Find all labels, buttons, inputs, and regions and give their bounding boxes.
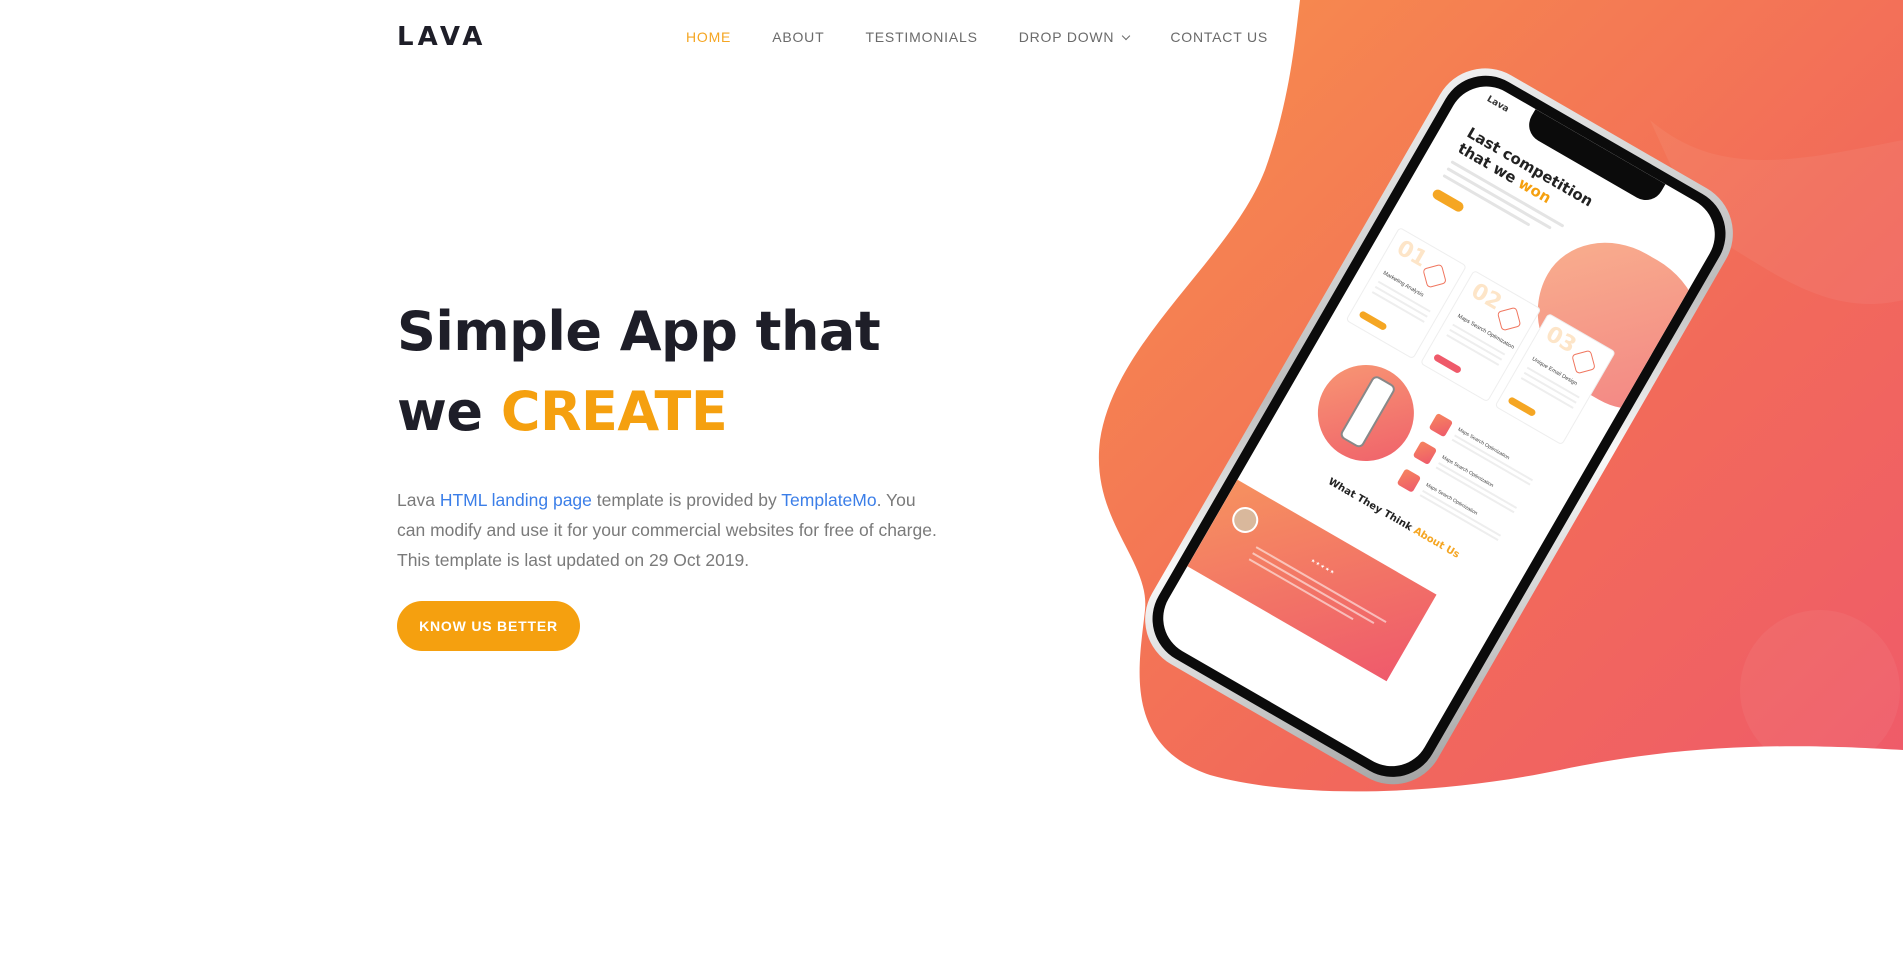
chevron-down-icon [1122, 31, 1131, 40]
feature-icon [1428, 412, 1454, 438]
card-button [1358, 310, 1388, 332]
site-logo[interactable]: LAVA [397, 22, 486, 52]
nav-item-home[interactable]: HOME [686, 29, 731, 45]
nav-item-drop-down-label: DROP DOWN [1018, 29, 1115, 45]
feature-icon [1396, 468, 1422, 493]
hero-title-line1: Simple App that [397, 300, 881, 363]
card-button [1432, 353, 1463, 375]
hero-title-accent: CREATE [500, 380, 728, 443]
nav-item-contact-us[interactable]: CONTACT US [1170, 29, 1268, 45]
testimonial-title-accent: About Us [1411, 525, 1462, 561]
nav-item-drop-down[interactable]: DROP DOWN [1018, 29, 1131, 45]
nav-item-testimonials[interactable]: TESTIMONIALS [865, 29, 977, 45]
hero-text-prefix: Lava [397, 490, 440, 510]
map-icon [1496, 306, 1522, 332]
screen-feature: Maps Search Optimization [1396, 468, 1510, 541]
feature-icon [1412, 440, 1438, 466]
templatemo-link[interactable]: TemplateMo [781, 490, 876, 510]
star-rating: ★★★★★ [1309, 557, 1337, 577]
avatar [1227, 502, 1263, 538]
html-landing-page-link[interactable]: HTML landing page [440, 490, 592, 510]
screen-brand: Lava [1484, 94, 1511, 115]
main-nav: HOME ABOUT TESTIMONIALS DROP DOWN CONTAC… [686, 29, 1268, 45]
hero-title-line2-prefix: we [397, 380, 501, 443]
nav-item-about[interactable]: ABOUT [772, 29, 824, 45]
landing-page: LAVA HOME ABOUT TESTIMONIALS DROP DOWN C… [0, 0, 1903, 979]
screen-testimonial-card: ★★★★★ [1187, 479, 1437, 682]
hero-title: Simple App that we CREATE [397, 292, 881, 452]
card-button [1507, 396, 1537, 418]
know-us-better-button[interactable]: KNOW US BETTER [397, 601, 580, 651]
analysis-icon [1422, 263, 1447, 289]
mail-icon [1571, 349, 1596, 375]
hero-description: Lava HTML landing page template is provi… [397, 485, 937, 575]
hero-text-middle: template is provided by [591, 490, 782, 510]
